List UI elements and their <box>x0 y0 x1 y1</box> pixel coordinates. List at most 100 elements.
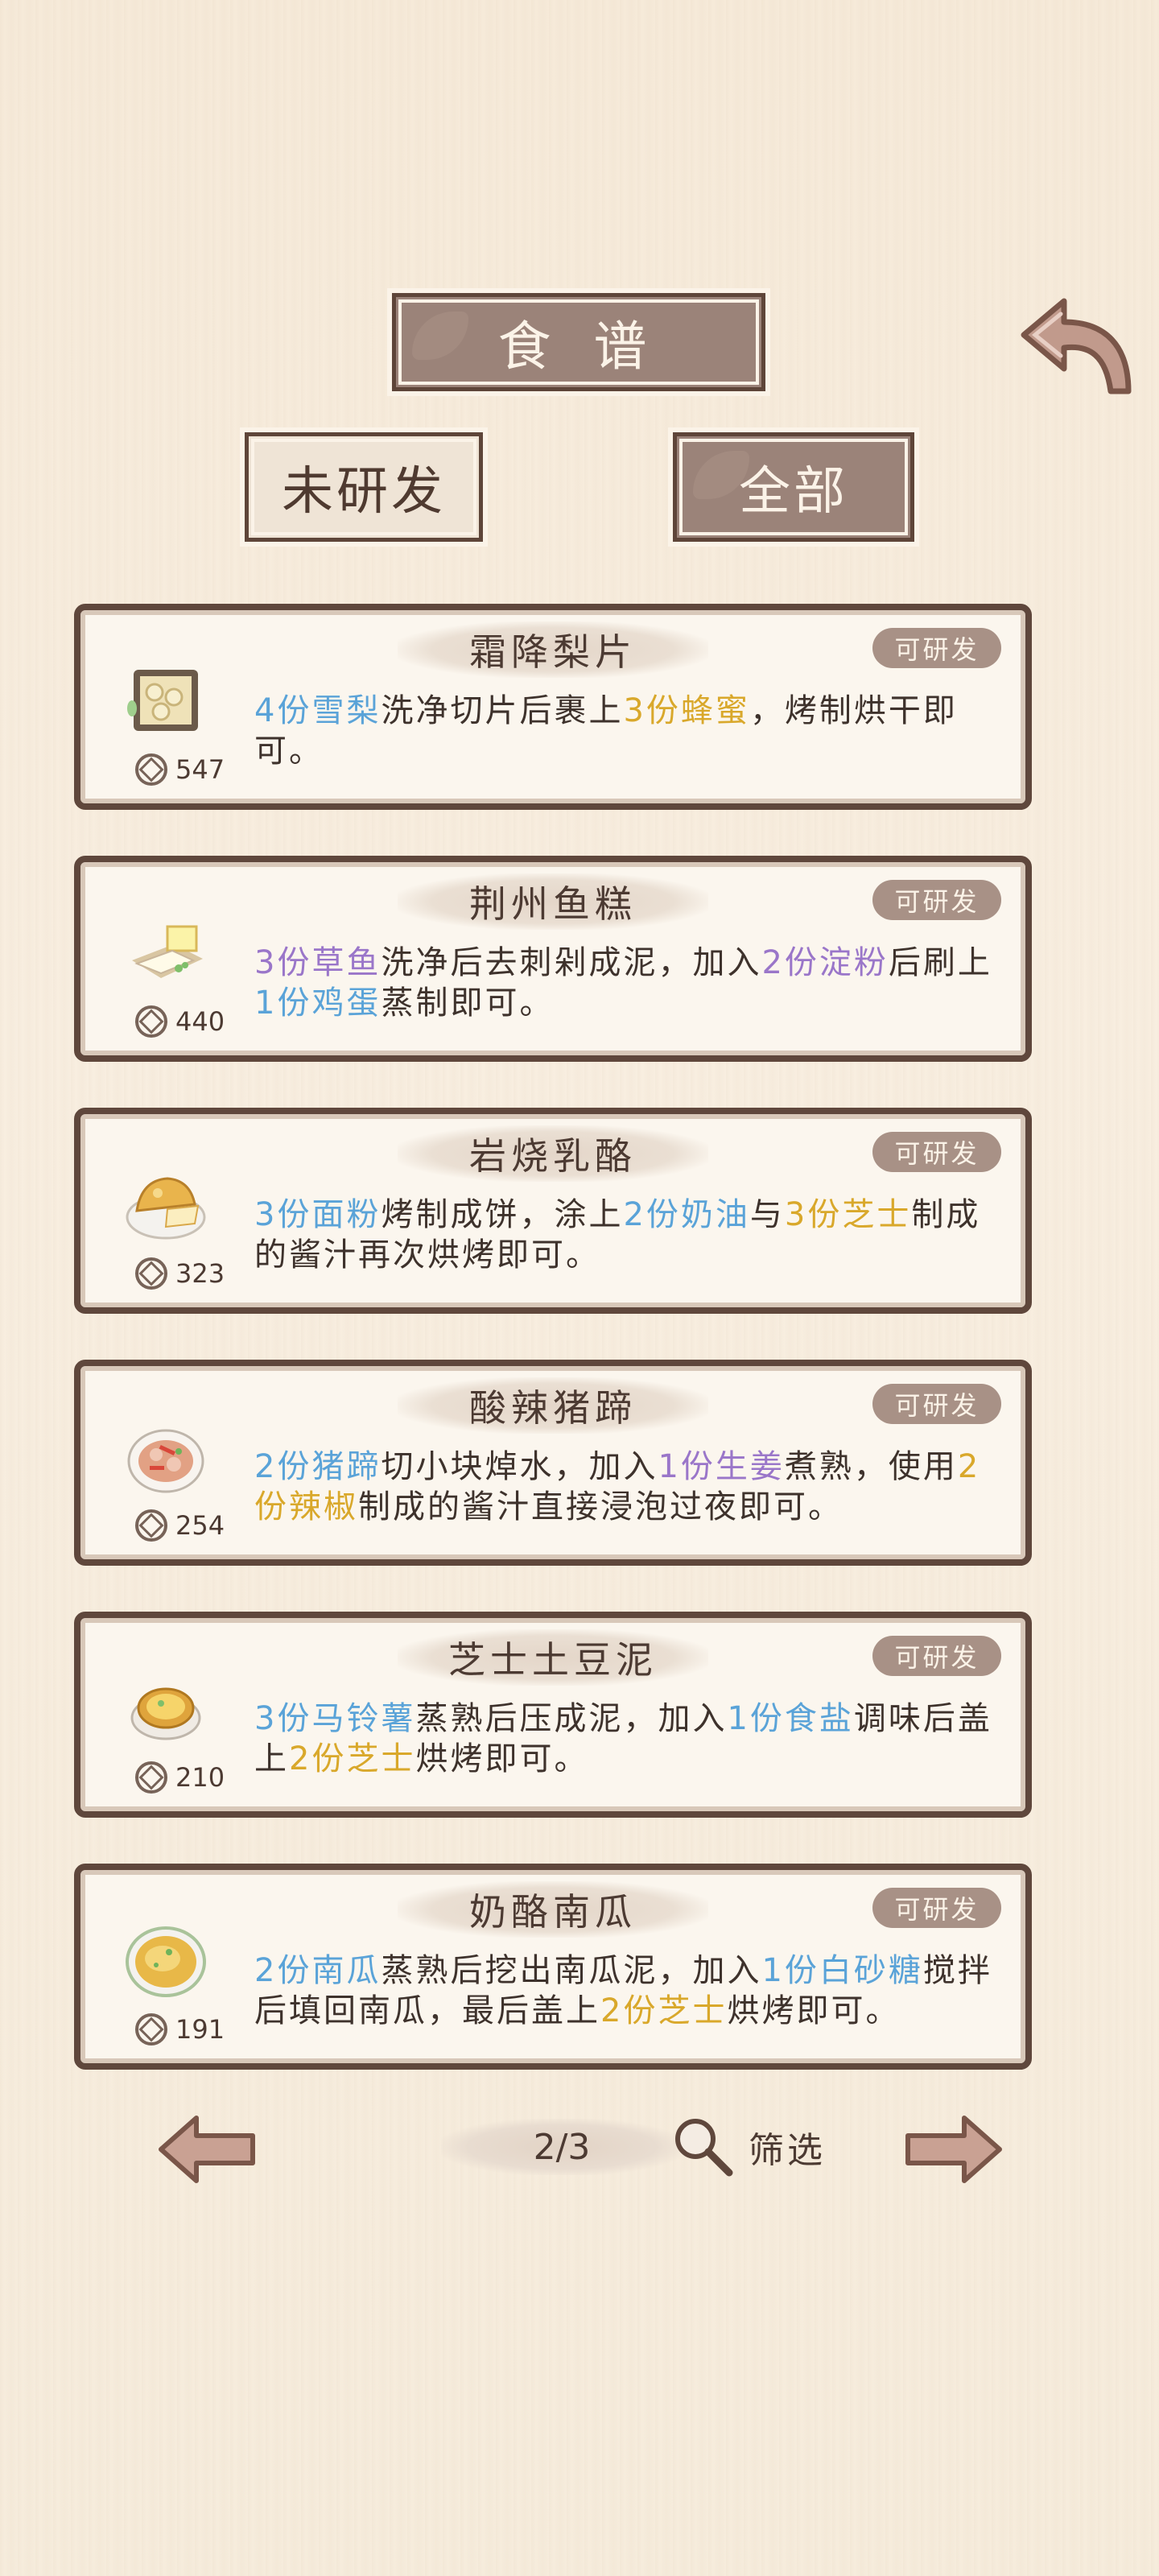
status-badge: 可研发 <box>872 1384 1001 1424</box>
dish-image <box>130 1687 201 1740</box>
ingredient-highlight: 3份面粉 <box>254 1196 382 1233</box>
dish-image <box>127 670 198 731</box>
recipe-description: 2份南瓜蒸熟后挖出南瓜泥，加入1份白砂糖搅拌后填回南瓜，最后盖上2份芝士烘烤即可… <box>254 1951 1003 2031</box>
status-badge: 可研发 <box>872 880 1001 920</box>
price-value: 210 <box>175 1762 225 1793</box>
page-indicator: 2/3 <box>441 2119 683 2175</box>
tab-undeveloped[interactable]: 未研发 <box>245 432 483 542</box>
status-badge: 可研发 <box>872 628 1001 668</box>
description-text: 与 <box>749 1196 785 1233</box>
coin-icon <box>135 1005 167 1038</box>
ingredient-highlight: 3份芝士 <box>784 1196 912 1233</box>
recipe-name-text: 岩烧乳酪 <box>469 1134 637 1178</box>
recipe-card[interactable]: 奶酪南瓜 可研发 191 2份南瓜蒸熟后挖出南瓜泥，加入1份白砂糖搅拌后填回南瓜，最后… <box>74 1864 1032 2070</box>
recipe-card[interactable]: 酸辣猪蹄 可研发 254 2份猪蹄切小块焯水，加入1份生姜煮熟，使用2份辣椒制成的酱汁… <box>74 1360 1032 1566</box>
recipe-description: 2份猪蹄切小块焯水，加入1份生姜煮熟，使用2份辣椒制成的酱汁直接浸泡过夜即可。 <box>254 1447 1003 1527</box>
recipe-name: 霜降梨片 <box>398 621 708 678</box>
price-value: 323 <box>175 1258 225 1289</box>
price: 547 <box>135 753 225 786</box>
ingredient-highlight: 1份鸡蛋 <box>254 985 382 1022</box>
back-arrow-icon[interactable] <box>1016 290 1136 399</box>
description-text: 洗净后去刺剁成泥，加入 <box>381 944 762 981</box>
description-text: 蒸熟后压成泥，加入 <box>415 1700 728 1737</box>
ingredient-highlight: 2份芝士 <box>600 1992 728 2029</box>
description-text: 煮熟，使用 <box>784 1448 958 1485</box>
ingredient-highlight: 1份生姜 <box>658 1448 785 1485</box>
description-text: 蒸制即可。 <box>381 985 555 1022</box>
recipe-name-text: 荆州鱼糕 <box>469 882 637 926</box>
filter-button[interactable]: 筛选 <box>670 2111 826 2183</box>
tab-all[interactable]: 全部 <box>673 432 914 542</box>
recipe-name-text: 霜降梨片 <box>469 630 637 674</box>
filter-label: 筛选 <box>749 2130 826 2171</box>
coin-icon <box>135 753 167 786</box>
ingredient-highlight: 2份南瓜 <box>254 1952 382 1989</box>
recipe-card[interactable]: 霜降梨片 可研发 547 4份雪梨洗净切片后裹上3份蜂蜜，烤制烘干即可。 <box>74 604 1032 810</box>
ingredient-highlight: 3份草鱼 <box>254 944 382 981</box>
page-number: 2/3 <box>533 2126 591 2168</box>
description-text: 蒸熟后挖出南瓜泥，加入 <box>381 1952 762 1989</box>
price: 440 <box>135 1005 225 1038</box>
description-text: 烘烤即可。 <box>727 1992 901 2029</box>
ingredient-highlight: 3份蜂蜜 <box>623 692 750 729</box>
recipe-name: 荆州鱼糕 <box>398 873 708 930</box>
dish-image <box>132 925 203 978</box>
description-text: 烤制成饼，涂上 <box>381 1196 624 1233</box>
status-badge: 可研发 <box>872 1888 1001 1928</box>
tab-undeveloped-label: 未研发 <box>282 462 446 522</box>
description-text: 洗净切片后裹上 <box>381 692 624 729</box>
price: 191 <box>135 2013 225 2046</box>
dish-image <box>127 1429 204 1493</box>
description-text: 后刷上 <box>888 944 992 981</box>
ingredient-highlight: 1份食盐 <box>727 1700 854 1737</box>
price: 323 <box>135 1257 225 1290</box>
arrow-right-icon[interactable] <box>901 2113 1006 2186</box>
leaf-decoration <box>412 312 468 360</box>
price-value: 254 <box>175 1510 225 1541</box>
coin-icon <box>135 1509 167 1542</box>
page-title: 食 谱 <box>392 293 765 391</box>
ingredient-highlight: 2份芝士 <box>289 1740 416 1777</box>
coin-icon <box>135 1257 167 1290</box>
price-value: 547 <box>175 754 225 785</box>
description-text: 制成的酱汁直接浸泡过夜即可。 <box>358 1488 843 1525</box>
price-value: 191 <box>175 2014 225 2045</box>
recipe-card[interactable]: 岩烧乳酪 可研发 323 3份面粉烤制成饼，涂上2份奶油与3份芝士制成的酱汁再次烘烤即… <box>74 1108 1032 1314</box>
recipe-description: 3份面粉烤制成饼，涂上2份奶油与3份芝士制成的酱汁再次烘烤即可。 <box>254 1195 1003 1275</box>
recipe-description: 3份马铃薯蒸熟后压成泥，加入1份食盐调味后盖上2份芝士烘烤即可。 <box>254 1699 1003 1779</box>
ingredient-highlight: 1份白砂糖 <box>761 1952 923 1989</box>
coin-icon <box>135 2013 167 2046</box>
ingredient-highlight: 2份淀粉 <box>761 944 889 981</box>
price: 254 <box>135 1509 225 1542</box>
status-badge: 可研发 <box>872 1132 1001 1172</box>
ingredient-highlight: 2份猪蹄 <box>254 1448 382 1485</box>
recipe-card[interactable]: 芝士土豆泥 可研发 210 3份马铃薯蒸熟后压成泥，加入1份食盐调味后盖上2份芝士烘烤… <box>74 1612 1032 1818</box>
recipe-name: 酸辣猪蹄 <box>398 1377 708 1434</box>
recipe-name: 芝士土豆泥 <box>398 1629 708 1686</box>
status-badge-text: 可研发 <box>894 1894 980 1925</box>
description-text: 切小块焯水，加入 <box>381 1448 658 1485</box>
arrow-left-icon[interactable] <box>155 2113 259 2186</box>
recipe-card[interactable]: 荆州鱼糕 可研发 440 3份草鱼洗净后去刺剁成泥，加入2份淀粉后刷上 1份鸡蛋蒸制即可… <box>74 856 1032 1062</box>
price: 210 <box>135 1761 225 1794</box>
status-badge-text: 可研发 <box>894 634 980 665</box>
status-badge-text: 可研发 <box>894 886 980 917</box>
recipe-name-text: 奶酪南瓜 <box>469 1890 637 1934</box>
status-badge-text: 可研发 <box>894 1390 980 1421</box>
page-title-text: 食 谱 <box>497 316 660 378</box>
status-badge-text: 可研发 <box>894 1642 980 1673</box>
dish-image <box>126 1177 206 1240</box>
dish-image <box>126 1926 206 1997</box>
ingredient-highlight: 4份雪梨 <box>254 692 382 729</box>
recipe-description: 3份草鱼洗净后去刺剁成泥，加入2份淀粉后刷上 1份鸡蛋蒸制即可。 <box>254 943 1003 1023</box>
recipe-name: 奶酪南瓜 <box>398 1881 708 1938</box>
recipe-description: 4份雪梨洗净切片后裹上3份蜂蜜，烤制烘干即可。 <box>254 691 1003 771</box>
recipe-name-text: 酸辣猪蹄 <box>469 1386 637 1430</box>
description-text: 烘烤即可。 <box>415 1740 589 1777</box>
ingredient-highlight: 3份马铃薯 <box>254 1700 416 1737</box>
magnifier-icon <box>675 2119 733 2177</box>
ingredient-highlight: 2份奶油 <box>623 1196 750 1233</box>
coin-icon <box>135 1761 167 1794</box>
recipe-name: 岩烧乳酪 <box>398 1125 708 1182</box>
price-value: 440 <box>175 1006 225 1037</box>
